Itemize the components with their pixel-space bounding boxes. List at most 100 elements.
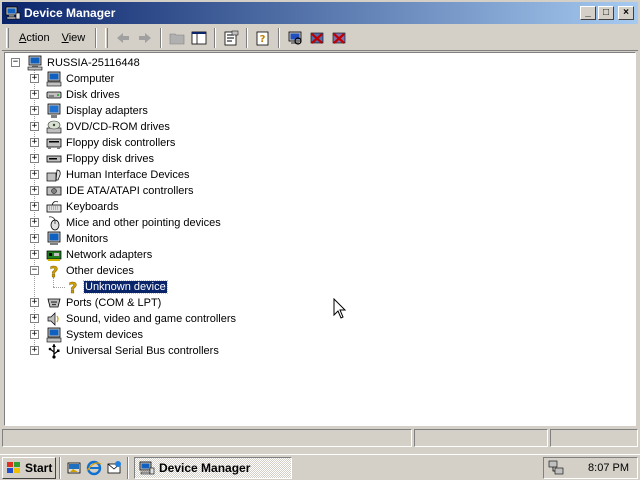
start-button[interactable]: Start (2, 456, 56, 479)
toolbar-grip (105, 27, 109, 48)
network-tray-icon[interactable] (548, 460, 564, 476)
properties-button[interactable] (220, 27, 242, 49)
menu-view-accel: V (61, 31, 69, 44)
expand-toggle[interactable]: + (30, 234, 39, 243)
tree-item-label: DVD/CD-ROM drives (66, 121, 170, 133)
svg-text:?: ? (69, 279, 78, 295)
title-bar[interactable]: Device Manager _ □ × (2, 2, 638, 24)
tree-item-floppy-disk-drives[interactable]: + Floppy disk drives (30, 151, 155, 167)
close-button[interactable]: × (618, 6, 634, 20)
back-button[interactable] (112, 27, 134, 49)
help-icon: ? (256, 31, 269, 45)
tree-item-universal-serial-bus-controllers[interactable]: + Universal Serial Bus controllers (30, 343, 220, 359)
expand-toggle[interactable]: + (30, 90, 39, 99)
tree-item-label: Mice and other pointing devices (66, 217, 221, 229)
status-pane-2 (414, 429, 548, 447)
device-manager-icon (139, 461, 155, 474)
tree-item-disk-drives[interactable]: + Disk drives (30, 87, 121, 103)
menu-view[interactable]: View (56, 30, 92, 46)
tree-connector (53, 287, 65, 288)
forward-button[interactable] (134, 27, 156, 49)
tree-item-label: System devices (66, 329, 144, 341)
tree-item-label: Human Interface Devices (66, 169, 190, 181)
help-button[interactable]: ? (252, 27, 274, 49)
expand-toggle[interactable]: + (30, 346, 39, 355)
tree-item-system-devices[interactable]: + System devices (30, 327, 144, 343)
up-folder-button[interactable] (166, 27, 188, 49)
tree-item-unknown-device[interactable]: ? Unknown device (65, 279, 168, 295)
expand-toggle[interactable]: + (30, 122, 39, 131)
show-hide-tree-button[interactable] (188, 27, 210, 49)
tree-item-other-devices[interactable]: −? Other devices (30, 263, 135, 279)
expand-toggle[interactable]: + (30, 186, 39, 195)
toolbar-separator (214, 27, 217, 48)
expand-toggle[interactable]: + (30, 170, 39, 179)
toolbar-separator (95, 27, 98, 48)
menu-action[interactable]: Action (13, 30, 56, 46)
taskbar-task-label: Device Manager (159, 460, 251, 475)
expand-toggle[interactable]: + (30, 298, 39, 307)
toolbar-separator (246, 27, 249, 48)
tree-item-human-interface-devices[interactable]: + Human Interface Devices (30, 167, 191, 183)
collapse-toggle[interactable]: − (30, 266, 39, 275)
tree-item-network-adapters[interactable]: + Network adapters (30, 247, 153, 263)
tree-item-ports-com-lpt[interactable]: + Ports (COM & LPT) (30, 295, 162, 311)
device-manager-icon (5, 5, 21, 21)
tree-item-dvd-cd-rom-drives[interactable]: + DVD/CD-ROM drives (30, 119, 171, 135)
hid-icon (46, 167, 62, 183)
tree-item-computer[interactable]: + Computer (30, 71, 115, 87)
floppy-controller-icon (46, 135, 62, 151)
status-pane-main (2, 429, 412, 447)
question-mark-icon: ? (65, 279, 81, 295)
taskbar-separator (59, 456, 61, 479)
svg-text:?: ? (260, 34, 266, 45)
scan-hardware-button[interactable] (284, 27, 306, 49)
maximize-button[interactable]: □ (598, 6, 614, 20)
minimize-button[interactable]: _ (580, 6, 596, 20)
tree-item-mice-and-other-pointing-devices[interactable]: + Mice and other pointing devices (30, 215, 222, 231)
tree-item-label: Universal Serial Bus controllers (66, 345, 219, 357)
expand-toggle[interactable]: + (30, 106, 39, 115)
device-tree[interactable]: − RUSSIA-25116448 + Computer + Disk drives +… (4, 52, 636, 426)
tree-item-keyboards[interactable]: + Keyboards (30, 199, 120, 215)
window-title: Device Manager (24, 6, 116, 20)
expand-toggle[interactable]: + (30, 218, 39, 227)
show-desktop-icon (67, 462, 81, 473)
taskbar-device-manager-button[interactable]: Device Manager (134, 456, 292, 479)
tree-item-monitors[interactable]: + Monitors (30, 231, 109, 247)
expand-toggle[interactable]: + (30, 74, 39, 83)
quicklaunch-outlook[interactable] (104, 458, 124, 478)
tree-item-floppy-disk-controllers[interactable]: + Floppy disk controllers (30, 135, 176, 151)
expand-toggle[interactable]: + (30, 330, 39, 339)
uninstall-button[interactable] (306, 27, 328, 49)
collapse-toggle[interactable]: − (11, 58, 20, 67)
tree-root-label: RUSSIA-25116448 (47, 57, 140, 69)
tree-root[interactable]: − RUSSIA-25116448 (11, 55, 141, 71)
back-arrow-icon (117, 32, 130, 43)
expand-toggle[interactable]: + (30, 154, 39, 163)
tree-item-ide-ata-atapi-controllers[interactable]: + IDE ATA/ATAPI controllers (30, 183, 195, 199)
quicklaunch-ie[interactable] (84, 458, 104, 478)
tree-item-label: Other devices (66, 265, 134, 277)
windows-flag-icon (7, 461, 20, 473)
floppy-drive-icon (46, 151, 62, 167)
tree-item-display-adapters[interactable]: + Display adapters (30, 103, 149, 119)
quicklaunch-desktop[interactable] (64, 458, 84, 478)
expand-toggle[interactable]: + (30, 250, 39, 259)
tree-item-sound-video-and-game-controllers[interactable]: + Sound, video and game controllers (30, 311, 237, 327)
disable-button[interactable] (328, 27, 350, 49)
menu-view-label: iew (68, 31, 86, 44)
tree-item-label: Monitors (66, 233, 109, 245)
expand-toggle[interactable]: + (30, 138, 39, 147)
expand-toggle[interactable]: + (30, 202, 39, 211)
usb-icon (46, 343, 62, 359)
clock[interactable]: 8:07 PM (588, 462, 629, 474)
expand-toggle[interactable]: + (30, 314, 39, 323)
system-tray: 8:07 PM (543, 456, 638, 479)
mouse-icon (46, 215, 62, 231)
tree-item-label: IDE ATA/ATAPI controllers (66, 185, 194, 197)
forward-arrow-icon (139, 32, 152, 43)
port-icon (46, 295, 62, 311)
internet-explorer-icon (86, 460, 102, 475)
status-pane-3 (550, 429, 638, 447)
